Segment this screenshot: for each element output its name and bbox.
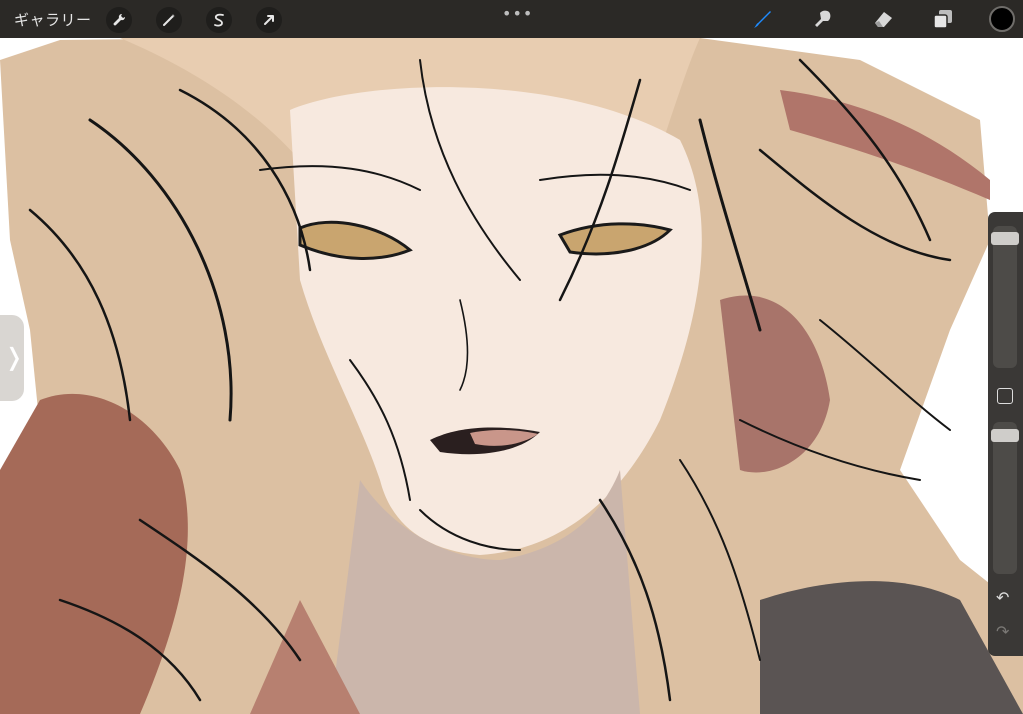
- opacity-thumb[interactable]: [991, 428, 1019, 442]
- modify-button[interactable]: [997, 388, 1013, 404]
- smudge-icon[interactable]: [810, 6, 836, 32]
- selection-s-icon[interactable]: [206, 7, 232, 33]
- arrow-cursor-icon[interactable]: [256, 7, 282, 33]
- brush-size-thumb[interactable]: [991, 232, 1019, 246]
- layers-icon[interactable]: [930, 6, 956, 32]
- opacity-slider[interactable]: [991, 422, 1019, 574]
- more-options-handle[interactable]: •••: [502, 4, 533, 23]
- drawing-canvas[interactable]: [0, 0, 1023, 714]
- top-toolbar: ギャラリー •••: [0, 0, 1023, 38]
- brush-icon[interactable]: [750, 6, 776, 32]
- sidebar-toggle-handle[interactable]: ❭: [0, 315, 24, 401]
- undo-icon[interactable]: ↶: [996, 588, 1009, 607]
- brush-sidebar: ↶ ↷: [988, 212, 1023, 656]
- magic-wand-icon[interactable]: [156, 7, 182, 33]
- chevron-right-icon: ❭: [4, 343, 25, 371]
- gallery-button[interactable]: ギャラリー: [14, 9, 92, 30]
- brush-size-slider[interactable]: [991, 226, 1019, 368]
- wrench-icon[interactable]: [106, 7, 132, 33]
- redo-icon[interactable]: ↷: [996, 622, 1009, 641]
- color-picker-swatch[interactable]: [989, 6, 1015, 32]
- eraser-icon[interactable]: [870, 6, 896, 32]
